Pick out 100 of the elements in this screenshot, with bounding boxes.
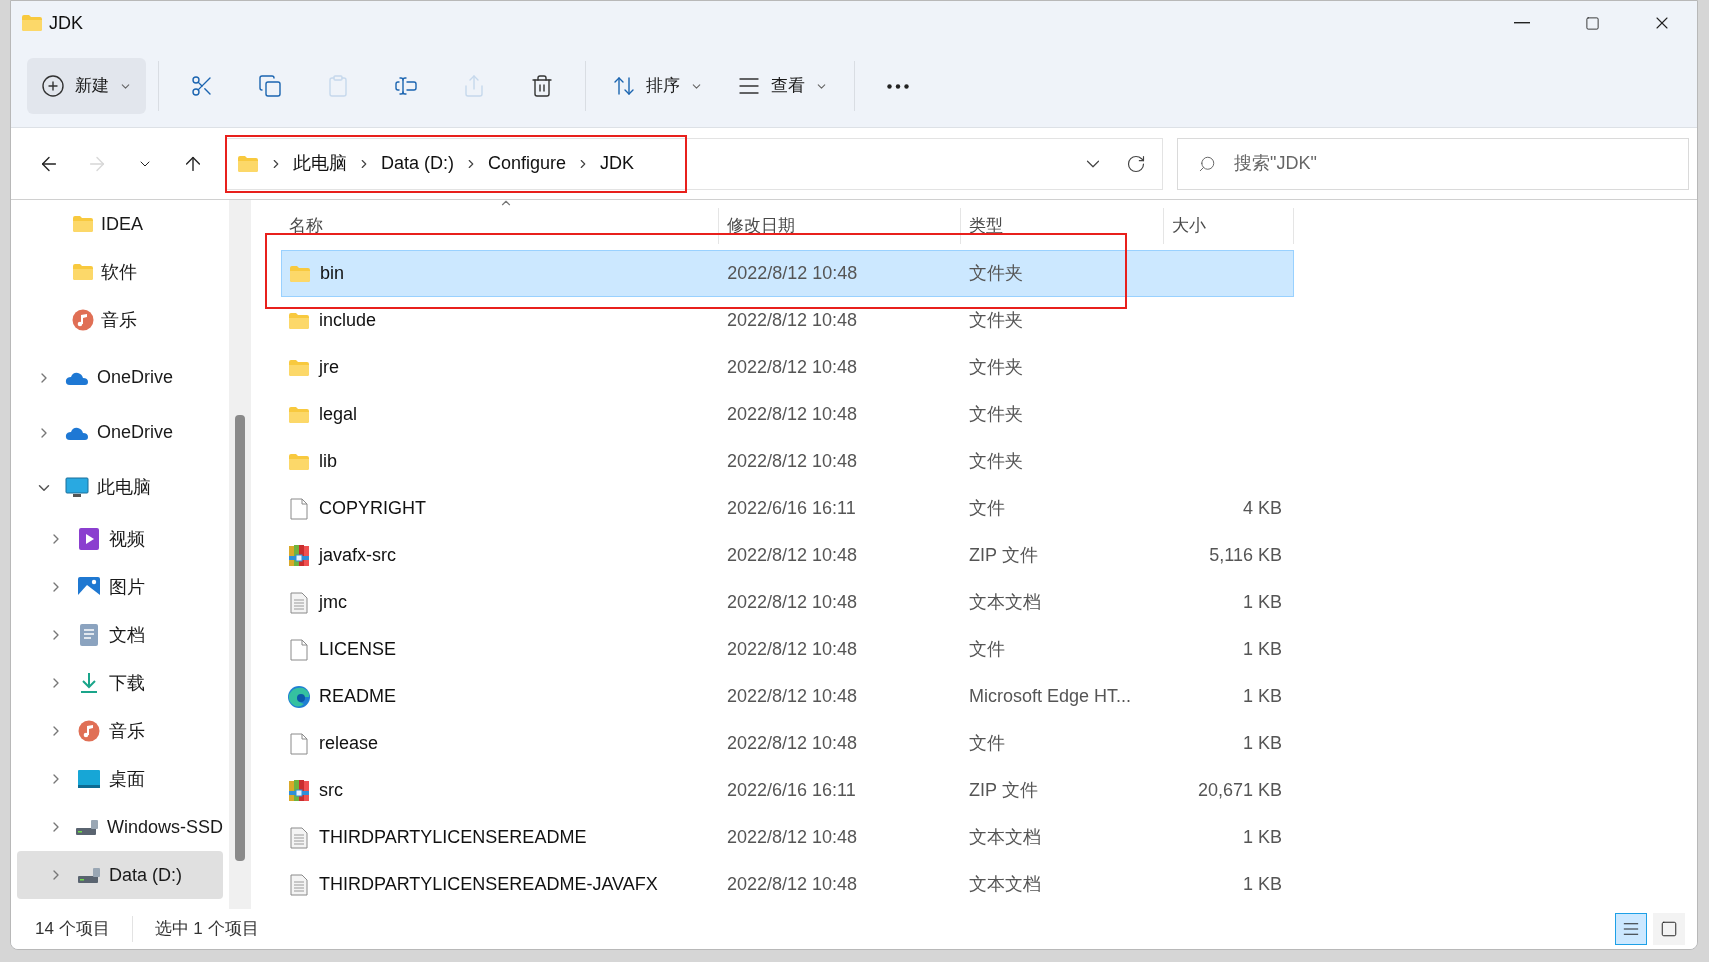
file-type: 文件夹 — [968, 356, 1024, 379]
drive-icon — [77, 865, 101, 885]
file-size: 1 KB — [1241, 873, 1283, 896]
sidebar-item[interactable]: 软件 — [17, 248, 223, 296]
modified-date: 2022/8/12 10:48 — [726, 262, 859, 285]
search-field[interactable]: 搜索"JDK" — [1177, 137, 1689, 190]
folder-icon — [288, 405, 310, 424]
modified-date: 2022/8/12 10:48 — [726, 638, 859, 661]
file-size: 1 KB — [1241, 732, 1283, 755]
new-button[interactable]: 新建 — [27, 58, 146, 114]
sidebar-item[interactable]: Windows-SSD — [17, 803, 223, 851]
file-type: 文本文档 — [968, 591, 1042, 614]
sidebar-label: 文档 — [109, 623, 145, 647]
sidebar-item[interactable]: Data (D:) — [17, 851, 223, 899]
refresh-icon[interactable] — [1126, 153, 1146, 174]
sidebar-label: 图片 — [109, 575, 145, 599]
breadcrumb[interactable]: JDK — [600, 150, 635, 177]
modified-date: 2022/8/12 10:48 — [726, 873, 859, 896]
file-name: THIRDPARTYLICENSEREADME — [319, 826, 587, 849]
file-type: 文件 — [968, 638, 1006, 661]
sidebar-label: 音乐 — [109, 719, 145, 743]
file-row[interactable]: README 2022/8/12 10:48 Microsoft Edge HT... 1 KB — [281, 673, 1294, 720]
document-icon — [80, 624, 98, 646]
view-toggle[interactable] — [1615, 913, 1647, 945]
file-name: include — [319, 309, 377, 332]
file-name: lib — [319, 450, 337, 473]
sidebar-item[interactable]: 图片 — [17, 563, 223, 611]
column-header[interactable]: 修改日期 — [719, 208, 961, 244]
view-toggle[interactable] — [1653, 913, 1685, 945]
folder-icon — [288, 452, 310, 471]
sidebar-label: 桌面 — [109, 767, 145, 791]
music-icon — [72, 309, 94, 331]
breadcrumb[interactable]: Data (D:) — [381, 150, 454, 177]
file-name: LICENSE — [319, 638, 397, 661]
file-type: 文件夹 — [968, 403, 1024, 426]
file-row[interactable]: THIRDPARTYLICENSEREADME-JAVAFX 2022/8/12 10:48 文本文档 1 KB — [281, 861, 1294, 908]
address-bar[interactable]: 此电脑 Data (D:) Configure JDK — [225, 137, 1163, 190]
modified-date: 2022/6/16 16:11 — [726, 779, 857, 802]
file-row[interactable]: COPYRIGHT 2022/6/16 16:11 文件 4 KB — [281, 485, 1294, 532]
sidebar-label: Windows-SSD — [106, 815, 223, 839]
file-row[interactable]: javafx-src 2022/8/12 10:48 ZIP 文件 5,116 KB — [281, 532, 1294, 579]
sidebar-label: 音乐 — [101, 308, 137, 332]
archive-icon — [288, 778, 310, 803]
file-row[interactable]: LICENSE 2022/8/12 10:48 文件 1 KB — [281, 626, 1294, 673]
file-size: 1 KB — [1241, 591, 1283, 614]
sidebar-item[interactable]: 视频 — [17, 515, 223, 563]
file-size: 1 KB — [1241, 826, 1283, 849]
text-file-icon — [290, 826, 308, 849]
modified-date: 2022/8/12 10:48 — [726, 544, 859, 567]
folder-icon — [21, 14, 43, 32]
file-row[interactable]: release 2022/8/12 10:48 文件 1 KB — [281, 720, 1294, 767]
sidebar-label: OneDrive — [97, 421, 174, 444]
file-row[interactable]: include 2022/8/12 10:48 文件夹 — [281, 297, 1294, 344]
sidebar-item[interactable]: IDEA — [17, 200, 223, 248]
sidebar-label: 此电脑 — [97, 476, 151, 499]
file-row[interactable]: src 2022/6/16 16:11 ZIP 文件 20,671 KB — [281, 767, 1294, 814]
file-icon — [290, 732, 308, 755]
sidebar-label: IDEA — [101, 212, 143, 236]
sidebar-item[interactable]: OneDrive — [17, 405, 223, 460]
search-input[interactable]: 搜索"JDK" — [1234, 150, 1688, 177]
column-header[interactable]: 大小 — [1164, 208, 1294, 244]
file-size: 5,116 KB — [1208, 544, 1283, 567]
computer-icon — [65, 476, 89, 499]
file-row[interactable]: legal 2022/8/12 10:48 文件夹 — [281, 391, 1294, 438]
modified-date: 2022/8/12 10:48 — [726, 450, 859, 473]
breadcrumb[interactable]: Configure — [488, 150, 567, 177]
sidebar-item[interactable]: 桌面 — [17, 755, 223, 803]
file-size: 1 KB — [1241, 685, 1283, 708]
file-row[interactable]: bin 2022/8/12 10:48 文件夹 — [281, 250, 1294, 297]
toolbar-button[interactable]: 排序 — [598, 58, 717, 114]
breadcrumb[interactable]: 此电脑 — [293, 150, 347, 177]
file-row[interactable]: THIRDPARTYLICENSEREADME 2022/8/12 10:48 文本文档 1 KB — [281, 814, 1294, 861]
scrollbar-thumb[interactable] — [235, 415, 245, 861]
toolbar-button[interactable]: 查看 — [723, 58, 842, 114]
file-row[interactable]: jre 2022/8/12 10:48 文件夹 — [281, 344, 1294, 391]
file-name: release — [319, 732, 379, 755]
modified-date: 2022/8/12 10:48 — [726, 356, 859, 379]
sidebar-item[interactable]: 音乐 — [17, 707, 223, 755]
video-icon — [79, 528, 99, 550]
file-type: 文件夹 — [967, 262, 1024, 285]
maximize-icon — [1584, 15, 1600, 31]
music-icon — [78, 720, 100, 742]
folder-icon — [288, 358, 310, 377]
file-row[interactable]: jmc 2022/8/12 10:48 文本文档 1 KB — [281, 579, 1294, 626]
sidebar-label: 视频 — [109, 527, 145, 551]
sidebar-item[interactable]: OneDrive — [17, 350, 223, 405]
file-size: 1 KB — [1241, 638, 1283, 661]
file-name: src — [319, 779, 343, 802]
file-row[interactable]: lib 2022/8/12 10:48 文件夹 — [281, 438, 1294, 485]
sidebar-item[interactable]: 文档 — [17, 611, 223, 659]
file-type: ZIP 文件 — [968, 544, 1039, 567]
column-header[interactable]: 类型 — [961, 208, 1164, 244]
sidebar-label: Data (D:) — [109, 863, 182, 887]
file-type: 文本文档 — [968, 826, 1042, 849]
column-header[interactable]: 名称 — [281, 208, 719, 244]
modified-date: 2022/8/12 10:48 — [726, 403, 859, 426]
sidebar-item[interactable]: 音乐 — [17, 296, 223, 344]
sidebar-label: OneDrive — [97, 366, 174, 389]
sidebar-item[interactable]: 此电脑 — [17, 460, 223, 515]
sidebar-item[interactable]: 下载 — [17, 659, 223, 707]
